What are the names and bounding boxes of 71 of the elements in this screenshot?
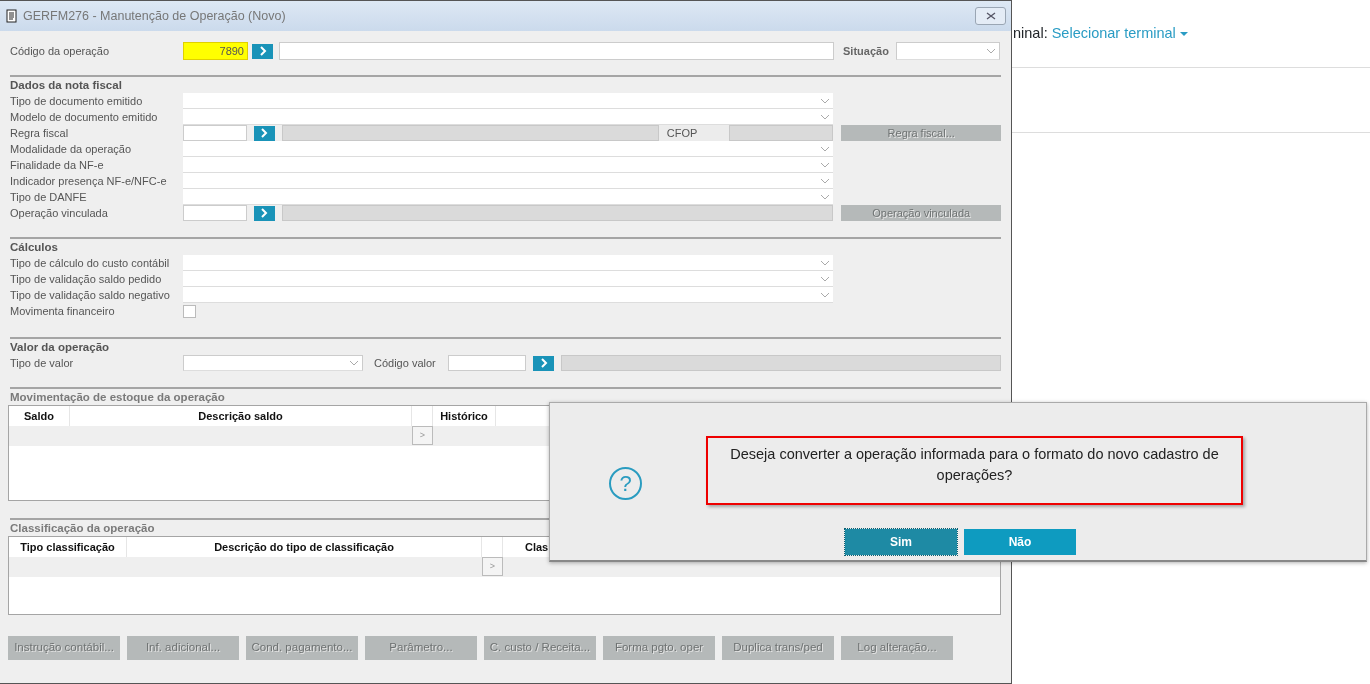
field-label: Tipo de validação saldo pedido bbox=[10, 271, 163, 287]
question-icon: ? bbox=[609, 467, 642, 500]
dialog-message: Deseja converter a operação informada para o formato do novo cadastro de operações? bbox=[706, 436, 1243, 505]
chevron-down-icon bbox=[349, 360, 359, 366]
section-heading: Cálculos bbox=[10, 240, 59, 255]
description-field[interactable] bbox=[279, 42, 834, 60]
field-label: Tipo de documento emitido bbox=[10, 93, 144, 109]
window-title: GERFM276 - Manutenção de Operação (Novo) bbox=[23, 7, 287, 25]
field-label: Tipo de valor bbox=[10, 355, 75, 371]
field-label: ninal: bbox=[1013, 23, 1048, 43]
select-field[interactable] bbox=[183, 355, 363, 371]
select-field[interactable] bbox=[183, 141, 833, 157]
action-button[interactable]: Regra fiscal... bbox=[841, 125, 1001, 141]
section-heading: Valor da operação bbox=[10, 340, 111, 355]
section-heading: Dados da nota fiscal bbox=[10, 78, 123, 93]
lookup-button[interactable] bbox=[253, 125, 275, 141]
terminal-link[interactable]: Selecionar terminal bbox=[1051, 22, 1188, 45]
select-field[interactable] bbox=[183, 173, 833, 189]
lookup-button[interactable] bbox=[252, 43, 273, 59]
select-field[interactable] bbox=[183, 93, 833, 109]
field-label: Movimenta financeiro bbox=[10, 303, 116, 319]
field-label: Operação vinculada bbox=[10, 205, 109, 221]
action-button[interactable]: Inf. adicional... bbox=[127, 636, 239, 660]
section-heading: Movimentação de estoque da operação bbox=[10, 390, 226, 405]
text-field[interactable] bbox=[183, 125, 247, 141]
action-button[interactable]: Duplica trans/ped bbox=[722, 636, 834, 660]
field-label: Indicador presença NF-e/NFC-e bbox=[10, 173, 168, 189]
chevron-right-icon bbox=[260, 128, 269, 138]
action-button[interactable]: Operação vinculada bbox=[841, 205, 1001, 221]
code-field[interactable]: 7890 bbox=[183, 42, 248, 60]
checkbox[interactable] bbox=[183, 304, 196, 318]
action-button[interactable]: Forma pgto. oper bbox=[603, 636, 715, 660]
chevron-down-icon bbox=[986, 48, 996, 54]
text-field[interactable] bbox=[448, 355, 526, 371]
action-button[interactable]: Log alteração... bbox=[841, 636, 953, 660]
action-button[interactable]: C. custo / Receita... bbox=[484, 636, 596, 660]
row-expand-button[interactable]: > bbox=[412, 426, 433, 445]
chevron-right-icon bbox=[260, 208, 269, 218]
field-label: Regra fiscal bbox=[10, 125, 70, 141]
select-field[interactable] bbox=[183, 287, 833, 303]
action-button[interactable]: Instrução contábil... bbox=[8, 636, 120, 660]
action-button[interactable]: Parâmetro... bbox=[365, 636, 477, 660]
field-label: Situação bbox=[843, 43, 890, 59]
chevron-right-icon bbox=[539, 358, 548, 368]
action-button[interactable]: Cond. pagamento... bbox=[246, 636, 358, 660]
row-expand-button[interactable]: > bbox=[482, 557, 503, 576]
select-field[interactable] bbox=[183, 157, 833, 173]
field-label: Modelo de documento emitido bbox=[10, 109, 159, 125]
status-select[interactable] bbox=[896, 42, 1000, 60]
dialog-button[interactable]: Não bbox=[964, 529, 1076, 555]
close-icon bbox=[985, 12, 996, 20]
document-icon bbox=[6, 9, 17, 23]
select-field[interactable] bbox=[183, 271, 833, 287]
lookup-button[interactable] bbox=[533, 355, 554, 371]
field-label: Tipo de cálculo do custo contábil bbox=[10, 255, 171, 271]
field-label: Finalidade da NF-e bbox=[10, 157, 105, 173]
dialog-button[interactable]: Sim bbox=[845, 529, 957, 555]
field-label: Modalidade da operação bbox=[10, 141, 133, 157]
select-field[interactable] bbox=[183, 109, 833, 125]
select-field[interactable] bbox=[183, 255, 833, 271]
lookup-button[interactable] bbox=[253, 205, 275, 221]
text-field[interactable] bbox=[183, 205, 247, 221]
section-heading: Classificação da operação bbox=[10, 521, 156, 536]
select-field[interactable] bbox=[183, 189, 833, 205]
chevron-right-icon bbox=[258, 46, 267, 56]
field-label: Código da operação bbox=[10, 43, 111, 59]
caret-icon bbox=[1179, 31, 1188, 36]
field-label: Tipo de DANFE bbox=[10, 189, 88, 205]
field-label: Tipo de validação saldo negativo bbox=[10, 287, 171, 303]
close-button[interactable] bbox=[975, 7, 1006, 25]
field-label: Código valor bbox=[374, 355, 437, 371]
